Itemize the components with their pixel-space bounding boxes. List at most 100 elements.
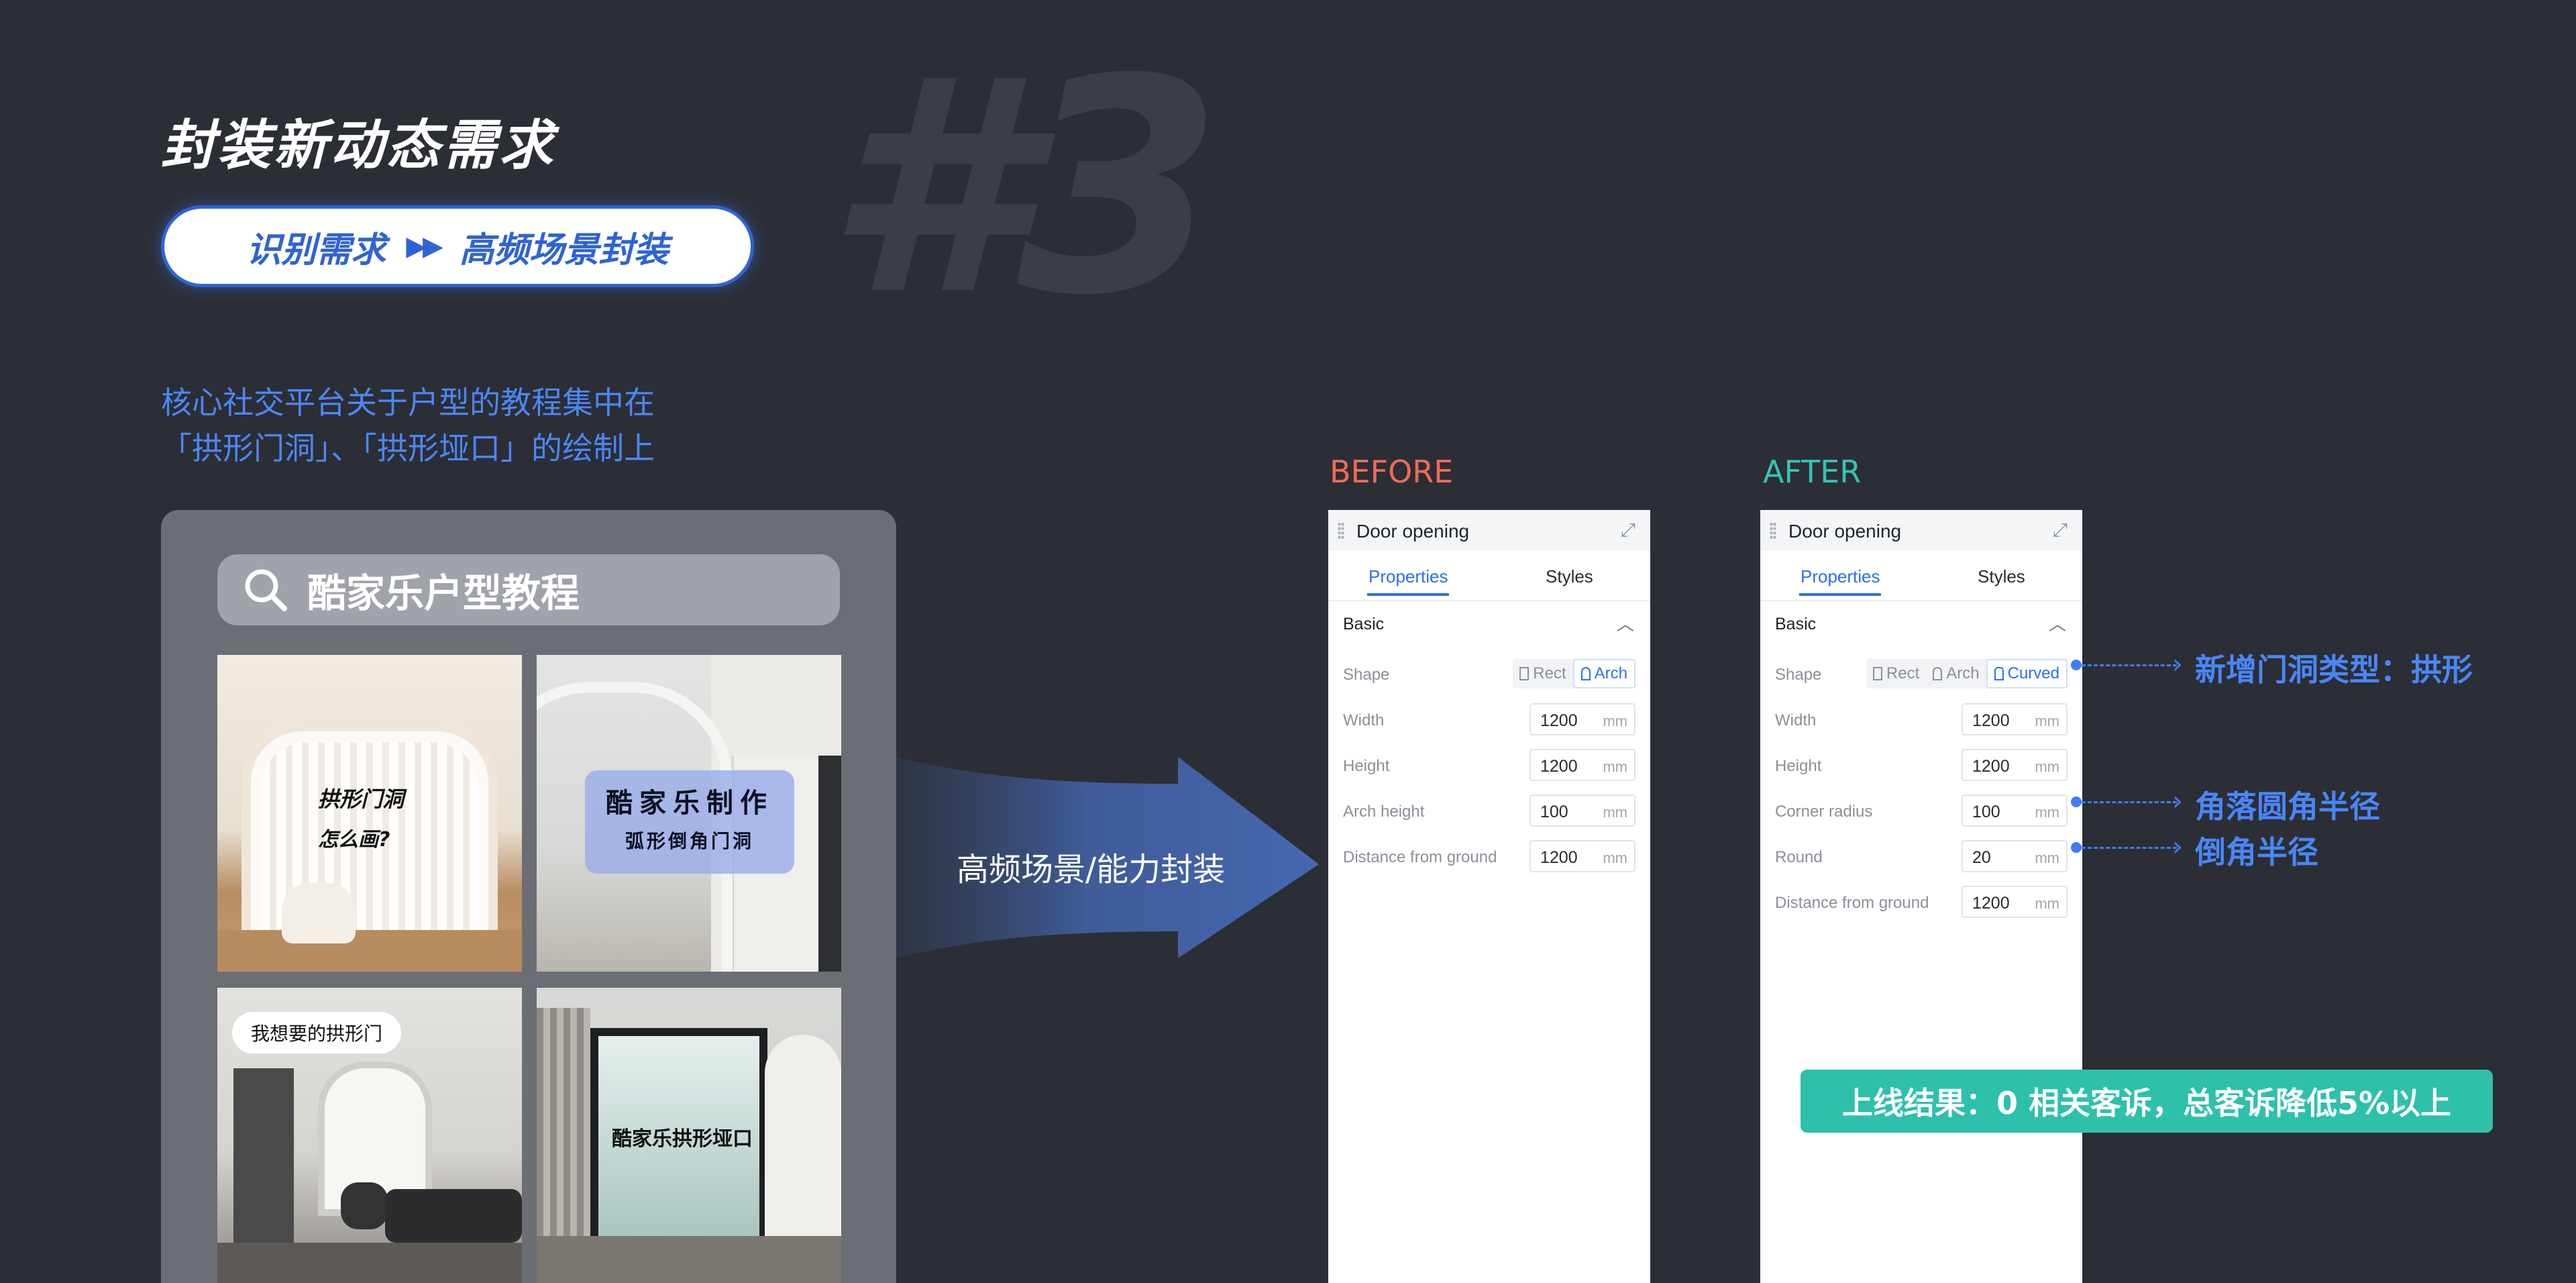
annotation-round: 倒角半径 [2195, 834, 2318, 870]
speech-bubble: 我想要的拱形门 [232, 1012, 402, 1054]
annotation-dot [2071, 842, 2082, 853]
drag-handle-icon[interactable] [1338, 522, 1344, 540]
drag-handle-icon[interactable] [1770, 522, 1776, 540]
expand-icon[interactable]: ⤢ [1621, 519, 1635, 542]
floor-image [217, 930, 522, 972]
shape-label: Shape [1775, 666, 1822, 684]
field-unit: mm [1603, 804, 1627, 821]
search-query: 酷家乐户型教程 [307, 570, 580, 616]
sofa-image [385, 1189, 522, 1243]
card-caption: 酷家乐拱形垭口 [612, 1127, 753, 1151]
field-unit: mm [2035, 713, 2059, 729]
card-caption-1: 拱形门洞 [318, 786, 405, 812]
chevron-up-icon[interactable]: ︿ [2049, 611, 2066, 635]
field-unit: mm [2035, 895, 2059, 912]
section-number: #3 [825, 16, 1222, 360]
search-icon [245, 569, 287, 611]
result-banner: 上线结果：0 相关客诉，总客诉降低5%以上 [1801, 1070, 2493, 1133]
description-line-1: 核心社交平台关于户型的教程集中在 [161, 384, 655, 421]
panel-title: Door opening [1788, 521, 1902, 542]
curved-shape-icon [1994, 667, 2004, 680]
shape-selector: Rect Arch Curved [1866, 659, 2068, 688]
distance-row: Distance from ground 1200 mm [1343, 840, 1635, 875]
tab-styles[interactable]: Styles [1546, 566, 1593, 587]
field-value: 1200 [1972, 894, 2010, 913]
feed-card[interactable]: 拱形门洞 怎么画? [217, 655, 522, 972]
height-input[interactable]: 1200 mm [1529, 749, 1635, 781]
chevron-up-icon[interactable]: ︿ [1617, 611, 1634, 635]
lounge-chair-image [282, 883, 356, 943]
field-unit: mm [2035, 850, 2059, 866]
shape-option-rect[interactable]: Rect [1513, 659, 1572, 688]
field-unit: mm [1603, 758, 1627, 775]
pill-left-label: 识别需求 [246, 229, 386, 270]
field-value: 100 [1540, 803, 1568, 821]
feed-card[interactable]: 酷家乐制作 弧形倒角门洞 [537, 655, 841, 972]
after-label: AFTER [1763, 454, 1862, 490]
field-value: 1200 [1540, 757, 1578, 776]
round-row: Round 20 mm [1775, 840, 2068, 875]
width-input[interactable]: 1200 mm [1529, 703, 1635, 735]
card-caption-2: 怎么画? [318, 828, 390, 852]
field-value: 1200 [1972, 711, 2010, 730]
tv-image [233, 1068, 294, 1243]
round-input[interactable]: 20 mm [1962, 840, 2068, 872]
panel-tabs: Properties Styles [1328, 550, 1650, 597]
panel-tabs: Properties Styles [1760, 550, 2082, 597]
divider [1328, 600, 1650, 601]
shape-option-curved[interactable]: Curved [1986, 659, 2068, 688]
height-row: Height 1200 mm [1343, 749, 1635, 784]
field-value: 1200 [1540, 848, 1578, 867]
arrow-right-icon: › [2172, 831, 2183, 862]
field-unit: mm [1603, 713, 1627, 729]
field-value: 1200 [1540, 711, 1578, 730]
shape-option-rect[interactable]: Rect [1866, 659, 1926, 688]
tab-properties[interactable]: Properties [1368, 566, 1448, 587]
double-arrow-icon: ▶▶ [406, 231, 443, 262]
field-label: Width [1775, 711, 1817, 729]
pill-right-label: 高频场景封装 [459, 229, 669, 270]
height-input[interactable]: 1200 mm [1962, 749, 2068, 781]
shape-option-label: Rect [1886, 664, 1920, 682]
expand-icon[interactable]: ⤢ [2053, 519, 2068, 542]
shape-row: Shape Rect Arch [1343, 658, 1635, 692]
panel-header: Door opening ⤢ [1328, 510, 1650, 550]
before-properties-panel: Door opening ⤢ Properties Styles Basic ︿… [1328, 510, 1650, 1283]
annotation-line [2082, 847, 2177, 849]
active-tab-indicator [1367, 593, 1449, 596]
dark-edge-image [818, 756, 841, 972]
armchair-image [341, 1182, 388, 1229]
arch-height-input[interactable]: 100 mm [1529, 794, 1635, 827]
after-properties-panel: Door opening ⤢ Properties Styles Basic ︿… [1760, 510, 2082, 1283]
arched-shelf-image [765, 1035, 841, 1236]
tab-styles[interactable]: Styles [1978, 566, 2025, 587]
shape-option-arch[interactable]: Arch [1572, 659, 1635, 688]
floor-image [537, 1236, 841, 1283]
feed-card[interactable]: 我想要的拱形门 [217, 988, 522, 1283]
field-value: 100 [1972, 803, 2000, 821]
shape-option-label: Curved [2007, 664, 2059, 682]
tab-properties[interactable]: Properties [1801, 566, 1880, 587]
field-unit: mm [1603, 850, 1627, 866]
arrow-right-icon: › [2172, 649, 2183, 680]
width-row: Width 1200 mm [1775, 703, 2068, 738]
shape-option-arch[interactable]: Arch [1926, 659, 1986, 688]
annotation-dot [2071, 797, 2082, 807]
card-tag-title: 酷家乐制作 [606, 788, 773, 819]
distance-input[interactable]: 1200 mm [1962, 886, 2068, 918]
distance-input[interactable]: 1200 mm [1529, 840, 1635, 872]
flow-pill: 识别需求 ▶▶ 高频场景封装 [161, 205, 754, 287]
field-label: Distance from ground [1775, 894, 1929, 912]
search-bar[interactable]: 酷家乐户型教程 [217, 554, 840, 625]
feed-card[interactable]: 酷家乐拱形垭口 [537, 988, 841, 1283]
card-tag-subtitle: 弧形倒角门洞 [625, 830, 754, 852]
field-label: Height [1343, 757, 1390, 775]
shape-row: Shape Rect Arch Curved [1775, 658, 2068, 692]
width-input[interactable]: 1200 mm [1962, 703, 2068, 735]
corner-radius-input[interactable]: 100 mm [1962, 794, 2068, 827]
field-label: Corner radius [1775, 803, 1873, 821]
annotation-corner-radius: 角落圆角半径 [2195, 788, 2380, 825]
app-feed-mockup: 酷家乐户型教程 拱形门洞 怎么画? 酷家乐制作 弧形倒角门洞 我想要的拱形门 酷… [161, 510, 896, 1283]
field-value: 20 [1972, 848, 1991, 867]
section-title-basic: Basic [1343, 615, 1385, 633]
